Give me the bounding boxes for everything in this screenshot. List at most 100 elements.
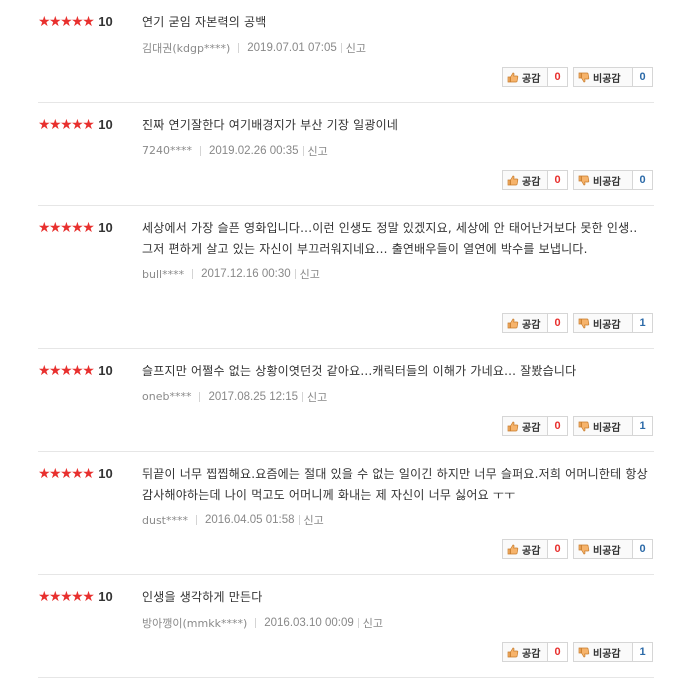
review-list: ★★★★★ 10 연기 굳임 자본력의 공백 김대권(kdgp****) 201… [38, 0, 654, 678]
review-date: 2017.08.25 12:15 [208, 390, 298, 403]
report-link[interactable]: 신고 [307, 389, 327, 405]
report-link[interactable]: 신고 [363, 615, 383, 631]
agree-label: 공감 [522, 545, 541, 557]
review-date: 2016.04.05 01:58 [205, 514, 295, 526]
agree-count: 0 [548, 170, 568, 190]
review-meta: 김대권(kdgp****) 2019.07.01 07:05 신고 [142, 41, 650, 55]
agree-label: 공감 [522, 73, 541, 85]
divider [192, 269, 194, 279]
agree-button[interactable]: 공감 [502, 170, 548, 190]
disagree-button[interactable]: 비공감 [573, 416, 633, 436]
review-text: 진짜 연기잘한다 여기배경지가 부산 기장 일광이네 [142, 118, 399, 132]
review-author: dust**** [142, 513, 188, 527]
review-meta: dust**** 2016.04.05 01:58 신고 [142, 512, 650, 528]
agree-button[interactable]: 공감 [502, 67, 548, 87]
star-rating-icon: ★★★★★ [38, 589, 95, 605]
divider [357, 617, 359, 628]
review-body: 진짜 연기잘한다 여기배경지가 부산 기장 일광이네 7240**** 2019… [142, 115, 650, 158]
star-rating-icon: ★★★★★ [38, 14, 95, 30]
divider [238, 42, 240, 53]
divider [301, 391, 303, 402]
thumbs-down-icon [578, 544, 590, 554]
divider [199, 391, 201, 402]
agree-count: 0 [548, 539, 568, 559]
disagree-count: 1 [633, 313, 653, 333]
disagree-button[interactable]: 비공감 [573, 313, 633, 333]
review-author: 방아깽이(mmkk****) [142, 616, 248, 630]
review-body: 세상에서 가장 슬픈 영화입니다...이런 인생도 정말 있겠지요, 세상에 안… [142, 218, 650, 281]
review-author: oneb**** [142, 390, 192, 403]
thumbs-up-icon [507, 72, 519, 82]
report-link[interactable]: 신고 [304, 512, 324, 528]
agree-button[interactable]: 공감 [502, 313, 548, 333]
rating-score: 10 [98, 14, 113, 29]
review-meta: bull**** 2017.12.16 00:30 신고 [142, 266, 650, 282]
agree-button[interactable]: 공감 [502, 416, 548, 436]
divider [340, 42, 342, 53]
thumbs-up-icon [507, 318, 519, 328]
review-date: 2017.12.16 00:30 [201, 268, 291, 280]
thumbs-up-icon [507, 647, 519, 657]
agree-button[interactable]: 공감 [502, 642, 548, 662]
agree-count: 0 [548, 67, 568, 87]
divider [200, 145, 201, 156]
review-item: ★★★★★ 10 연기 굳임 자본력의 공백 김대권(kdgp****) 201… [38, 0, 654, 103]
review-author: bull**** [142, 267, 185, 281]
rating: ★★★★★ 10 [38, 14, 113, 30]
disagree-label: 비공감 [593, 545, 621, 557]
divider [302, 145, 304, 156]
thumbs-down-icon [578, 318, 590, 328]
star-rating-icon: ★★★★★ [38, 363, 95, 379]
agree-count: 0 [548, 642, 568, 662]
thumbs-up-icon [507, 175, 519, 185]
thumbs-up-icon [507, 421, 519, 431]
review-date: 2019.02.26 00:35 [209, 144, 299, 157]
disagree-button[interactable]: 비공감 [573, 642, 633, 662]
review-meta: 7240**** 2019.02.26 00:35 신고 [142, 144, 650, 158]
review-item: ★★★★★ 10 진짜 연기잘한다 여기배경지가 부산 기장 일광이네 7240… [38, 103, 654, 206]
disagree-label: 비공감 [593, 648, 621, 660]
report-link[interactable]: 신고 [308, 143, 328, 159]
review-body: 슬프지만 어쩔수 없는 상황이엿던것 같아요...캐릭터들의 이해가 가네요..… [142, 361, 650, 404]
review-text: 인생을 생각하게 만든다 [142, 590, 263, 604]
review-body: 인생을 생각하게 만든다 방아깽이(mmkk****) 2016.03.10 0… [142, 587, 650, 630]
disagree-count: 1 [633, 642, 653, 662]
disagree-label: 비공감 [593, 319, 621, 331]
agree-count: 0 [548, 416, 568, 436]
review-meta: 방아깽이(mmkk****) 2016.03.10 00:09 신고 [142, 616, 650, 630]
review-text: 세상에서 가장 슬픈 영화입니다...이런 인생도 정말 있겠지요, 세상에 안… [142, 221, 638, 256]
review-item: ★★★★★ 10 뒤끝이 너무 찝찝해요.요즘에는 절대 있을 수 없는 일이긴… [38, 452, 654, 575]
review-body: 뒤끝이 너무 찝찝해요.요즘에는 절대 있을 수 없는 일이긴 하지만 너무 슬… [142, 464, 650, 527]
review-text: 연기 굳임 자본력의 공백 [142, 15, 267, 29]
agree-label: 공감 [522, 319, 541, 331]
disagree-count: 0 [633, 539, 653, 559]
vote-controls: 공감 0 비공감 1 [502, 642, 653, 662]
review-date: 2016.03.10 00:09 [264, 616, 354, 629]
disagree-count: 0 [633, 170, 653, 190]
review-meta: oneb**** 2017.08.25 12:15 신고 [142, 390, 650, 404]
review-author: 김대권(kdgp****) [142, 41, 231, 55]
agree-label: 공감 [522, 176, 541, 188]
report-link[interactable]: 신고 [346, 40, 366, 56]
agree-label: 공감 [522, 422, 541, 434]
disagree-button[interactable]: 비공감 [573, 67, 633, 87]
star-rating-icon: ★★★★★ [38, 220, 95, 236]
vote-controls: 공감 0 비공감 1 [502, 313, 653, 333]
review-text: 뒤끝이 너무 찝찝해요.요즘에는 절대 있을 수 없는 일이긴 하지만 너무 슬… [142, 467, 648, 502]
report-link[interactable]: 신고 [300, 266, 320, 282]
review-date: 2019.07.01 07:05 [247, 41, 337, 54]
divider [294, 269, 296, 279]
thumbs-down-icon [578, 647, 590, 657]
vote-controls: 공감 0 비공감 1 [502, 416, 653, 436]
rating: ★★★★★ 10 [38, 466, 113, 482]
disagree-label: 비공감 [593, 422, 621, 434]
rating-score: 10 [98, 589, 113, 604]
agree-count: 0 [548, 313, 568, 333]
vote-controls: 공감 0 비공감 0 [502, 67, 653, 87]
review-body: 연기 굳임 자본력의 공백 김대권(kdgp****) 2019.07.01 0… [142, 12, 650, 55]
disagree-button[interactable]: 비공감 [573, 170, 633, 190]
rating: ★★★★★ 10 [38, 117, 113, 133]
agree-button[interactable]: 공감 [502, 539, 548, 559]
star-rating-icon: ★★★★★ [38, 466, 95, 482]
disagree-button[interactable]: 비공감 [573, 539, 633, 559]
